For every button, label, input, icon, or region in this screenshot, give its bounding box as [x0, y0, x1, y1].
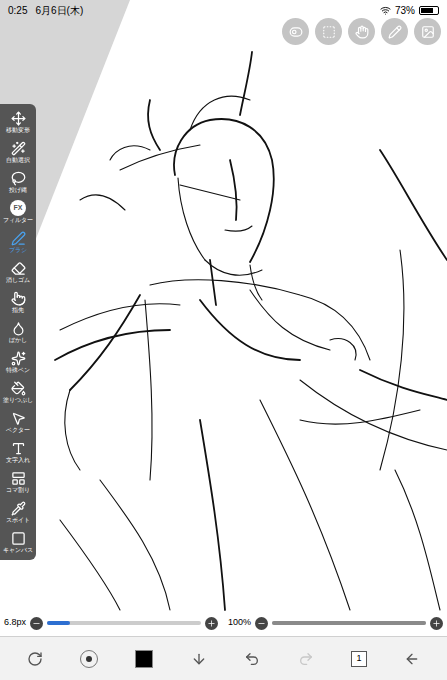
tool-label: ベクター — [6, 426, 30, 434]
tool-item[interactable]: 消しゴム — [0, 257, 36, 287]
tool-icon — [11, 531, 26, 546]
tool-icon — [11, 501, 26, 516]
tool-item[interactable]: 特殊ペン — [0, 347, 36, 377]
tool-icon — [11, 411, 26, 426]
status-bar: 0:25 6月6日(木) 73% — [0, 0, 447, 20]
tool-icon — [11, 471, 26, 486]
tool-label: ぼかし — [9, 336, 27, 344]
tool-item[interactable]: 塗りつぶし — [0, 377, 36, 407]
wifi-icon — [380, 5, 391, 16]
back-icon[interactable] — [404, 651, 420, 667]
filter-icon: FX — [10, 200, 26, 216]
top-tool-icon — [421, 25, 435, 39]
layers-button[interactable]: 1 — [351, 651, 367, 667]
canvas-area[interactable]: 0:25 6月6日(木) 73% 移動変形自動選択投げ縄 FXフィルターブラシ消しゴム指… — [0, 0, 447, 636]
tool-label: スポイト — [6, 516, 30, 524]
tool-item[interactable]: キャンバス — [0, 527, 36, 557]
tool-icon — [11, 231, 26, 246]
tool-item[interactable]: コマ割り — [0, 467, 36, 497]
brush-preview[interactable] — [80, 650, 98, 668]
top-buttons — [282, 18, 441, 45]
top-tool-icon — [289, 25, 303, 39]
tool-item[interactable]: ベクター — [0, 407, 36, 437]
tool-label: 指先 — [12, 306, 24, 314]
opacity-minus[interactable] — [255, 617, 268, 630]
brush-size-minus[interactable] — [30, 617, 43, 630]
slider-row: 6.8px 100% — [0, 614, 447, 632]
opacity-reading: 100% — [228, 616, 251, 630]
tool-icon — [11, 141, 26, 156]
top-button[interactable] — [414, 18, 441, 45]
tool-item[interactable]: ブラシ — [0, 227, 36, 257]
undo-icon[interactable] — [244, 651, 260, 667]
bottom-toolbar: 1 — [0, 636, 447, 680]
tool-label: 自動選択 — [6, 156, 30, 164]
layer-count: 1 — [356, 652, 361, 666]
tool-label: キャンバス — [3, 546, 33, 554]
tool-item[interactable]: FXフィルター — [0, 197, 36, 227]
tool-icon — [11, 351, 26, 366]
tool-label: 投げ縄 — [9, 186, 27, 194]
artwork[interactable] — [0, 0, 447, 636]
tool-label: フィルター — [3, 216, 33, 224]
tool-icon — [11, 321, 26, 336]
tool-icon — [11, 441, 26, 456]
tool-item[interactable]: スポイト — [0, 497, 36, 527]
status-date: 6月6日(木) — [35, 3, 83, 18]
tool-label: コマ割り — [6, 486, 30, 494]
tool-item[interactable]: 自動選択 — [0, 137, 36, 167]
top-button[interactable] — [381, 18, 408, 45]
rotate-icon[interactable] — [27, 651, 43, 667]
opacity-slider[interactable] — [272, 621, 426, 625]
battery-icon — [419, 6, 439, 15]
top-tool-icon — [388, 25, 402, 39]
status-time: 0:25 — [8, 3, 27, 18]
tool-icon — [11, 261, 26, 276]
tool-icon — [11, 381, 26, 396]
tool-label: 文字入れ — [6, 456, 30, 464]
tool-item[interactable]: 文字入れ — [0, 437, 36, 467]
color-swatch[interactable] — [135, 650, 153, 668]
tool-panel: 移動変形自動選択投げ縄 FXフィルターブラシ消しゴム指先ぼかし特殊ペン塗りつぶしベ… — [0, 104, 36, 560]
top-tool-icon — [322, 25, 336, 39]
tool-label: 特殊ペン — [6, 366, 30, 374]
battery-percent: 73% — [395, 3, 415, 18]
brush-size-plus[interactable] — [205, 617, 218, 630]
redo-icon — [298, 651, 314, 667]
tool-item[interactable]: 指先 — [0, 287, 36, 317]
top-button[interactable] — [348, 18, 375, 45]
tool-item[interactable]: ぼかし — [0, 317, 36, 347]
app: 0:25 6月6日(木) 73% 移動変形自動選択投げ縄 FXフィルターブラシ消しゴム指… — [0, 0, 447, 680]
arrow-down-icon[interactable] — [191, 651, 207, 667]
tool-icon — [11, 111, 26, 126]
top-tool-icon — [355, 25, 369, 39]
tool-label: 消しゴム — [6, 276, 30, 284]
tool-item[interactable]: 投げ縄 — [0, 167, 36, 197]
tool-item[interactable]: 移動変形 — [0, 107, 36, 137]
brush-size-slider[interactable] — [47, 621, 201, 625]
brush-size-reading: 6.8px — [4, 616, 26, 630]
top-button[interactable] — [315, 18, 342, 45]
tool-label: 移動変形 — [6, 126, 30, 134]
opacity-plus[interactable] — [430, 617, 443, 630]
tool-label: 塗りつぶし — [3, 396, 33, 404]
tool-icon — [11, 291, 26, 306]
top-button[interactable] — [282, 18, 309, 45]
tool-icon — [11, 171, 26, 186]
tool-label: ブラシ — [9, 246, 27, 254]
